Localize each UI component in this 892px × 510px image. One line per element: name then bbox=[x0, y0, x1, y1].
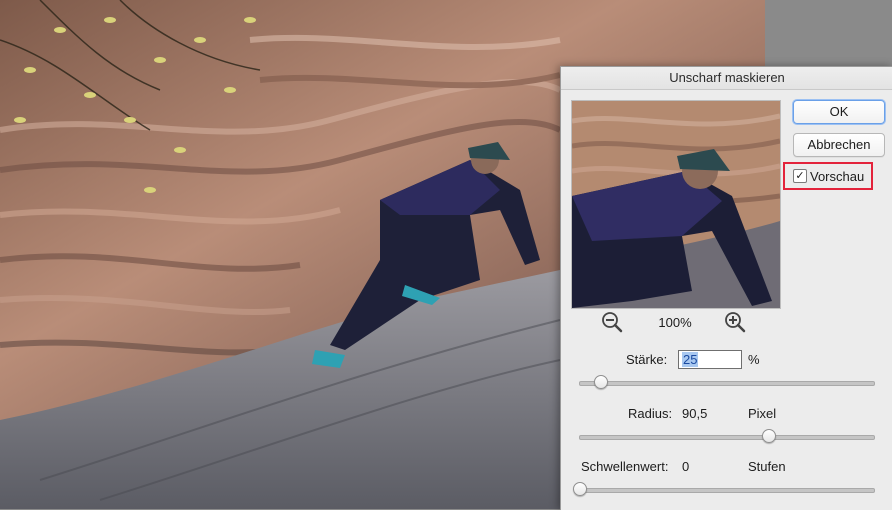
staerke-value: 25 bbox=[682, 352, 699, 367]
staerke-slider-knob[interactable] bbox=[593, 375, 608, 389]
ok-button[interactable]: OK bbox=[793, 100, 885, 124]
schwellenwert-label: Schwellenwert: bbox=[581, 459, 669, 474]
preview-checkbox[interactable]: ✓ bbox=[793, 169, 807, 183]
staerke-slider-track bbox=[579, 381, 875, 386]
preview-image[interactable] bbox=[571, 100, 781, 309]
zoom-controls: 100% bbox=[571, 311, 779, 335]
staerke-input[interactable]: 25 bbox=[678, 350, 742, 369]
schwellenwert-slider-knob[interactable] bbox=[573, 482, 587, 496]
radius-label: Radius: bbox=[628, 406, 673, 421]
preview-checkbox-highlight[interactable]: ✓ Vorschau bbox=[783, 162, 873, 190]
radius-slider-track bbox=[579, 435, 875, 440]
radius-slider-knob[interactable] bbox=[762, 429, 777, 443]
staerke-slider[interactable] bbox=[579, 374, 875, 390]
zoom-in-icon[interactable] bbox=[724, 311, 746, 333]
schwellenwert-slider-track bbox=[579, 488, 875, 493]
checkmark-icon: ✓ bbox=[795, 169, 805, 182]
preview-checkbox-label: Vorschau bbox=[810, 168, 865, 184]
zoom-level: 100% bbox=[658, 315, 692, 330]
dialog-title: Unscharf maskieren bbox=[561, 67, 892, 90]
staerke-unit: % bbox=[748, 352, 760, 367]
radius-slider[interactable] bbox=[579, 428, 875, 444]
schwellenwert-slider[interactable] bbox=[573, 481, 875, 497]
schwellenwert-unit: Stufen bbox=[748, 459, 786, 474]
staerke-label: Stärke: bbox=[626, 352, 668, 367]
cancel-button[interactable]: Abbrechen bbox=[793, 133, 885, 157]
unsharp-mask-dialog: Unscharf maskieren OK Abbrechen ✓ Vorsch… bbox=[560, 66, 892, 510]
radius-value: 90,5 bbox=[682, 406, 708, 421]
radius-unit: Pixel bbox=[748, 406, 777, 421]
schwellenwert-value: 0 bbox=[682, 459, 690, 474]
